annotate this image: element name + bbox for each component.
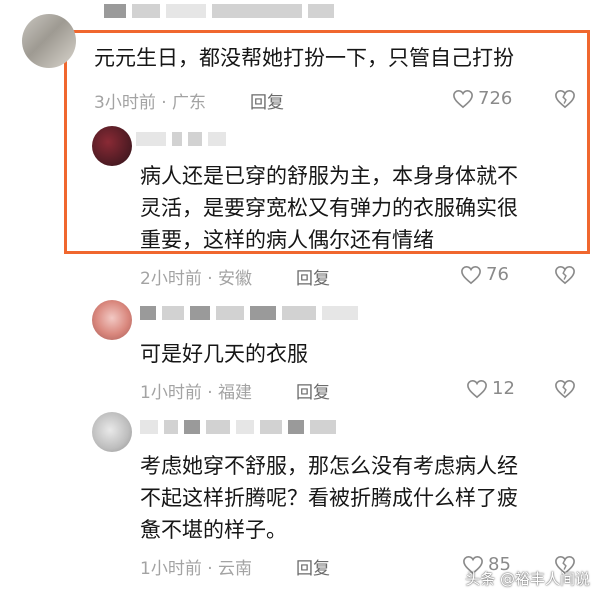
comment-text-line: 重要，这样的病人偶尔还有情绪 [140,228,434,252]
comment-text-line: 病人还是已穿的舒服为主，本身身体就不 [140,164,518,188]
broken-heart-icon[interactable] [554,265,576,285]
avatar[interactable] [92,126,132,166]
reply-button[interactable]: 回复 [250,88,284,113]
like-count: 76 [486,264,509,285]
heart-icon[interactable] [452,89,474,109]
heart-icon[interactable] [460,265,482,285]
comment-text-line: 惫不堪的样子。 [140,518,287,542]
comment-meta: 3小时前 · 广东 [94,93,207,113]
avatar[interactable] [22,14,76,68]
username-blurred[interactable] [140,306,358,320]
avatar[interactable] [92,412,132,452]
heart-icon[interactable] [466,379,488,399]
broken-heart-icon[interactable] [554,379,576,399]
reply-button[interactable]: 回复 [296,554,330,579]
username-blurred[interactable] [136,132,226,146]
reply-button[interactable]: 回复 [296,378,330,403]
comment-text-line: 灵活，是要穿宽松又有弹力的衣服确实很 [140,196,518,220]
broken-heart-icon[interactable] [554,89,576,109]
comment-meta: 1小时前 · 福建 [140,383,253,403]
watermark: 头条 @裕丰人间说 [465,570,590,588]
comment-text-line: 不起这样折腾呢？看被折腾成什么样了疲 [140,486,518,510]
like-count: 726 [478,88,513,109]
comment-meta: 2小时前 · 安徽 [140,269,253,289]
username-blurred[interactable] [104,4,334,18]
username-blurred[interactable] [140,420,336,434]
reply-button[interactable]: 回复 [296,264,330,289]
comment-text-line: 可是好几天的衣服 [140,342,308,366]
comment-meta: 1小时前 · 云南 [140,559,253,579]
comment-text-line: 元元生日，都没帮她打扮一下，只管自己打扮 [94,46,514,70]
like-count: 12 [492,378,515,399]
comment-text-line: 考虑她穿不舒服，那怎么没有考虑病人经 [140,454,518,478]
avatar[interactable] [92,300,132,340]
